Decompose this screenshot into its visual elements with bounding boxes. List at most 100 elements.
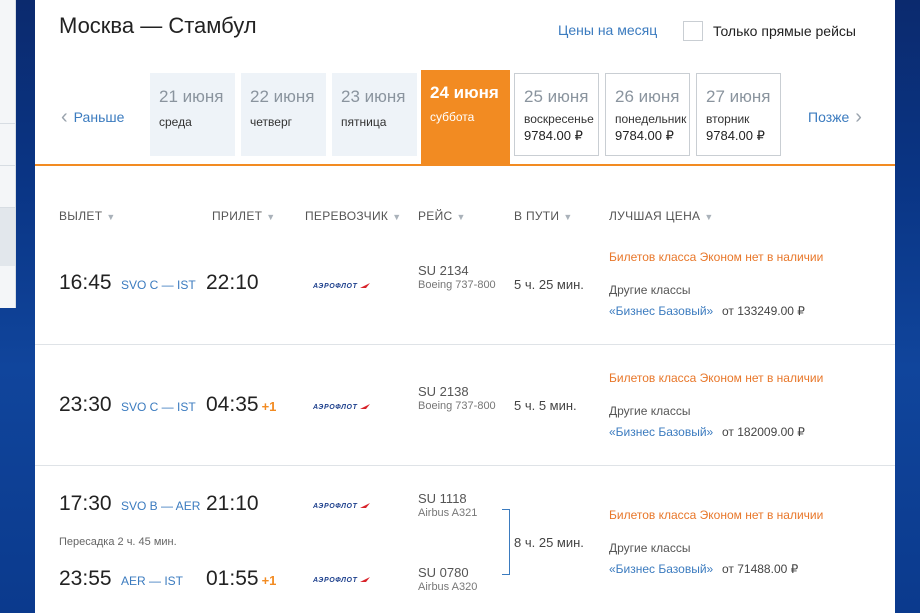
flight-results-card: Москва — Стамбул Цены на месяц Только пр… [35, 0, 895, 613]
column-label: ВЫЛЕТ [59, 209, 103, 223]
chevron-left-icon: ‹ [61, 106, 68, 128]
page-title: Москва — Стамбул [59, 13, 257, 38]
date-tile-price: 9784.00 ₽ [524, 128, 583, 143]
column-label: В ПУТИ [514, 209, 560, 223]
date-tile-weekday: четверг [250, 115, 292, 129]
sort-caret-icon: ▼ [704, 212, 714, 222]
sort-departure[interactable]: ВЫЛЕТ ▼ [59, 209, 116, 223]
aeroflot-logo: АЭРОФЛОТ [313, 500, 387, 512]
flight-duration: 5 ч. 25 мин. [514, 277, 584, 292]
side-panel-row [0, 208, 15, 266]
date-tile[interactable]: 23 июня пятница [332, 73, 417, 156]
other-classes-label: Другие классы [609, 404, 691, 418]
business-class-link[interactable]: «Бизнес Базовый» [609, 562, 713, 576]
flight-number: SU 2134 [418, 263, 469, 278]
earlier-label: Раньше [73, 109, 125, 125]
aircraft-type: Boeing 737-800 [418, 279, 496, 291]
no-economy-notice: Билетов класса Эконом нет в наличии [609, 508, 824, 522]
date-tile-date: 27 июня [706, 87, 771, 106]
column-label: РЕЙС [418, 209, 453, 223]
departure-time: 16:45 [59, 271, 112, 294]
background-side-panel [0, 0, 16, 308]
sort-carrier[interactable]: ПЕРЕВОЗЧИК ▼ [305, 209, 401, 223]
route-airports: SVO C — IST [121, 400, 196, 414]
next-day-badge: +1 [261, 573, 277, 588]
price: от 71488.00 ₽ [722, 562, 799, 576]
aeroflot-logo: АЭРОФЛОТ [313, 401, 387, 413]
date-tile[interactable]: 25 июня воскресенье 9784.00 ₽ [514, 73, 599, 156]
flight-number: SU 1118 [418, 491, 467, 506]
column-label: ЛУЧШАЯ ЦЕНА [609, 209, 701, 223]
aircraft-type: Airbus A321 [418, 507, 478, 519]
arrival-time: 22:10 [206, 271, 259, 294]
direct-only-checkbox[interactable] [683, 21, 703, 41]
earlier-dates-button[interactable]: ‹ Раньше [61, 106, 125, 128]
date-tile[interactable]: 27 июня вторник 9784.00 ₽ [696, 73, 781, 156]
arrival-time-value: 04:35 [206, 393, 259, 416]
date-tile-weekday: воскресенье [524, 112, 594, 126]
carrier-logo-text: АЭРОФЛОТ [313, 576, 358, 584]
connection-bracket [502, 509, 510, 575]
date-tile-weekday: суббота [430, 110, 475, 124]
arrival-time-value: 01:55 [206, 567, 259, 590]
flight-duration: 5 ч. 5 мин. [514, 398, 577, 413]
wing-icon [360, 283, 371, 288]
aircraft-type: Boeing 737-800 [418, 400, 496, 412]
business-class-link[interactable]: «Бизнес Базовый» [609, 304, 713, 318]
date-tile-price: 9784.00 ₽ [615, 128, 674, 143]
flight-duration: 8 ч. 25 мин. [514, 535, 584, 550]
arrival-time: 04:35 +1 [206, 393, 276, 417]
carrier-logo-text: АЭРОФЛОТ [313, 282, 358, 290]
side-panel-row [0, 0, 15, 124]
carrier-logo-text: АЭРОФЛОТ [313, 403, 358, 411]
no-economy-notice: Билетов класса Эконом нет в наличии [609, 250, 824, 264]
arrival-time: 21:10 [206, 492, 259, 515]
date-tile-date: 25 июня [524, 87, 589, 106]
next-day-badge: +1 [261, 399, 277, 414]
date-tile-weekday: среда [159, 115, 192, 129]
aircraft-type: Airbus A320 [418, 581, 478, 593]
transfer-info: Пересадка 2 ч. 45 мин. [59, 536, 177, 548]
sort-arrival[interactable]: ПРИЛЕТ ▼ [212, 209, 275, 223]
column-label: ПЕРЕВОЗЧИК [305, 209, 389, 223]
flight-number: SU 0780 [418, 565, 469, 580]
wing-icon [360, 503, 371, 508]
date-tile-selected[interactable]: 24 июня суббота [421, 70, 510, 165]
business-class-link[interactable]: «Бизнес Базовый» [609, 425, 713, 439]
aeroflot-logo: АЭРОФЛОТ [313, 574, 387, 586]
other-classes-label: Другие классы [609, 283, 691, 297]
side-panel-row [0, 124, 15, 166]
departure-time: 17:30 [59, 492, 112, 515]
date-tile[interactable]: 22 июня четверг [241, 73, 326, 156]
later-dates-button[interactable]: Позже › [808, 106, 862, 128]
sort-flight[interactable]: РЕЙС ▼ [418, 209, 466, 223]
date-tile-date: 24 июня [430, 83, 499, 102]
date-tile-weekday: вторник [706, 112, 750, 126]
sort-caret-icon: ▼ [266, 212, 276, 222]
selected-date-underline [35, 164, 895, 166]
date-tile[interactable]: 21 июня среда [150, 73, 235, 156]
chevron-right-icon: › [855, 106, 862, 128]
direct-only-label[interactable]: Только прямые рейсы [713, 23, 856, 39]
other-classes-label: Другие классы [609, 541, 691, 555]
date-tile-date: 23 июня [341, 87, 406, 106]
price: от 182009.00 ₽ [722, 425, 805, 439]
month-prices-link[interactable]: Цены на месяц [558, 22, 657, 38]
date-tile[interactable]: 26 июня понедельник 9784.00 ₽ [605, 73, 690, 156]
wing-icon [360, 577, 371, 582]
carrier-logo-text: АЭРОФЛОТ [313, 502, 358, 510]
arrival-time: 01:55 +1 [206, 567, 276, 591]
column-label: ПРИЛЕТ [212, 209, 263, 223]
sort-caret-icon: ▼ [106, 212, 116, 222]
price: от 133249.00 ₽ [722, 304, 805, 318]
date-tile-date: 21 июня [159, 87, 224, 106]
departure-time: 23:55 [59, 567, 112, 590]
departure-time: 23:30 [59, 393, 112, 416]
sort-best-price[interactable]: ЛУЧШАЯ ЦЕНА ▼ [609, 209, 714, 223]
date-tile-weekday: понедельник [615, 112, 687, 126]
side-panel-row [0, 166, 15, 208]
sort-duration[interactable]: В ПУТИ ▼ [514, 209, 573, 223]
aeroflot-logo: АЭРОФЛОТ [313, 280, 387, 292]
sort-caret-icon: ▼ [563, 212, 573, 222]
wing-icon [360, 404, 371, 409]
